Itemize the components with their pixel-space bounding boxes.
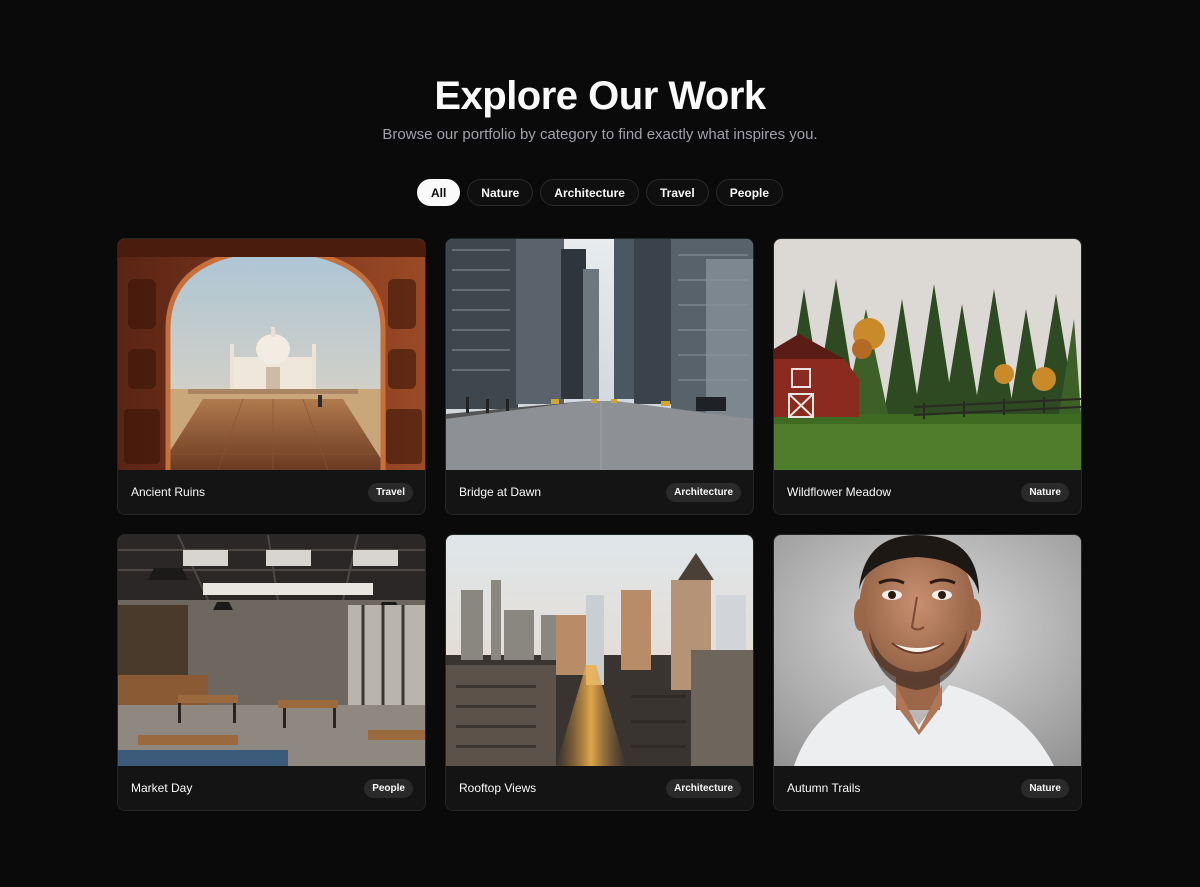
category-badge: Nature [1021,778,1069,798]
filter-people[interactable]: People [715,179,784,206]
filter-all[interactable]: All [416,179,461,206]
portfolio-card[interactable]: Autumn Trails Nature [773,534,1082,811]
category-badge: Nature [1021,482,1069,502]
red-barn-forest-photo [774,239,1081,470]
card-title: Wildflower Meadow [787,485,892,499]
filter-travel[interactable]: Travel [645,179,709,206]
portfolio-card[interactable]: Ancient Ruins Travel [117,238,426,515]
page-subtitle: Browse our portfolio by category to find… [382,126,818,143]
city-street-skyscrapers-photo [446,239,753,470]
card-title: Rooftop Views [459,781,537,795]
page-title: Explore Our Work [434,74,766,118]
industrial-cafe-interior-photo [118,535,425,766]
card-title: Bridge at Dawn [459,485,542,499]
category-badge: Architecture [666,482,741,502]
category-badge: Travel [368,482,413,502]
portfolio-card[interactable]: Market Day People [117,534,426,811]
portfolio-page: Explore Our Work Browse our portfolio by… [0,0,1200,887]
portfolio-grid: Ancient Ruins Travel Bridge at Dawn Arch… [117,238,1083,811]
taj-mahal-archway-photo [118,239,425,470]
card-title: Market Day [131,781,193,795]
category-badge: Architecture [666,778,741,798]
card-caption: Rooftop Views Architecture [446,766,753,810]
portfolio-card[interactable]: Rooftop Views Architecture [445,534,754,811]
card-title: Ancient Ruins [131,485,206,499]
card-title: Autumn Trails [787,781,861,795]
smiling-man-portrait-photo [774,535,1081,766]
filter-architecture[interactable]: Architecture [540,179,639,206]
category-badge: People [364,778,413,798]
card-caption: Ancient Ruins Travel [118,470,425,514]
city-skyline-aerial-photo [446,535,753,766]
portfolio-card[interactable]: Bridge at Dawn Architecture [445,238,754,515]
card-caption: Wildflower Meadow Nature [774,470,1081,514]
portfolio-card[interactable]: Wildflower Meadow Nature [773,238,1082,515]
card-caption: Market Day People [118,766,425,810]
card-caption: Bridge at Dawn Architecture [446,470,753,514]
category-filter-bar: All Nature Architecture Travel People [0,179,1200,206]
card-caption: Autumn Trails Nature [774,766,1081,810]
filter-nature[interactable]: Nature [467,179,534,206]
